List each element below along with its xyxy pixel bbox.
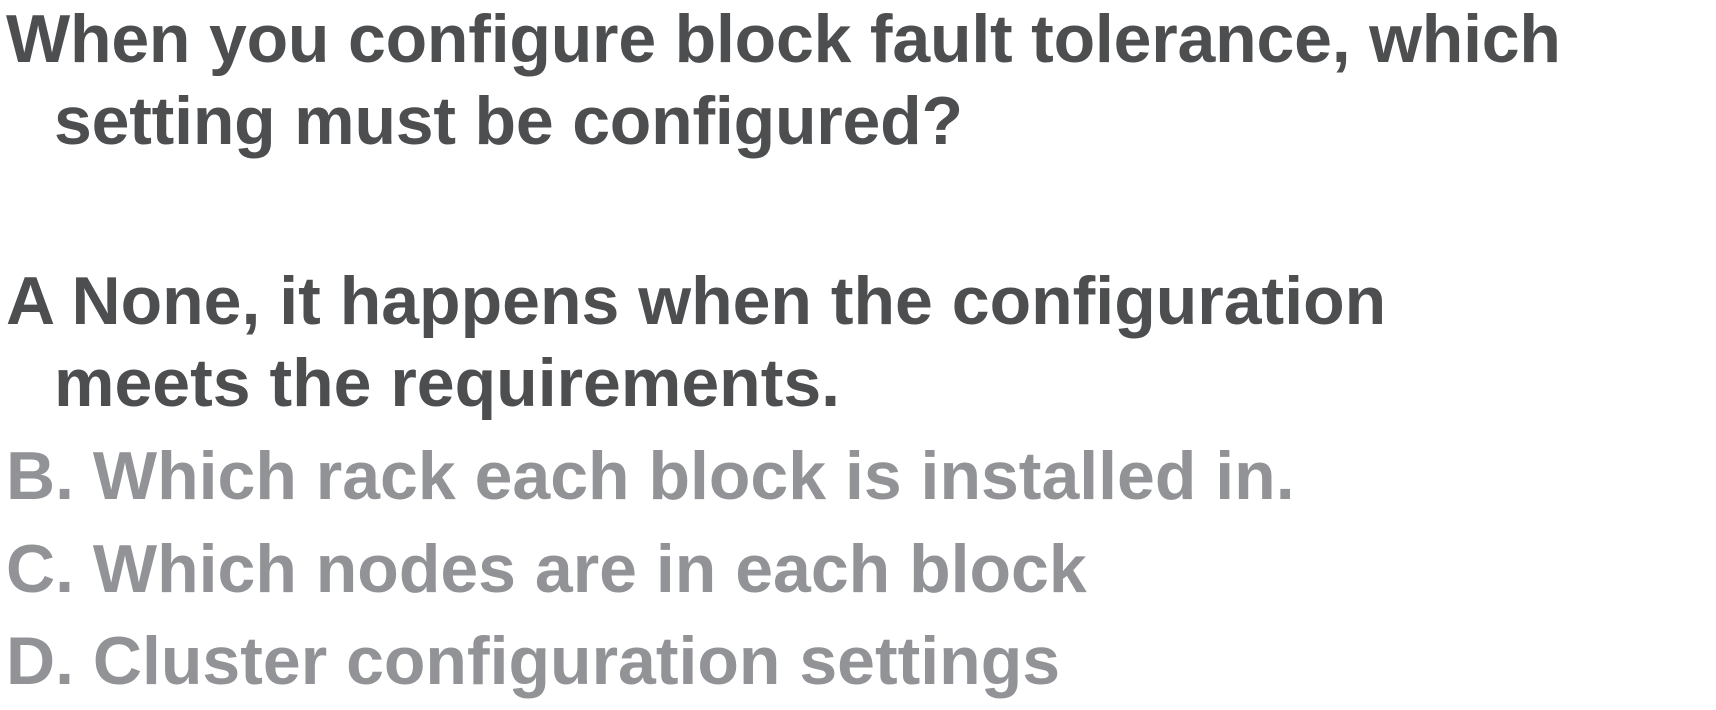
option-a: A None, it happens when the configuratio…	[6, 260, 1386, 424]
option-b-text: B. Which rack each block is installed in…	[6, 438, 1295, 514]
option-a-line-2: meets the requirements.	[54, 345, 841, 421]
question-text: When you configure block fault tolerance…	[6, 0, 1716, 162]
option-b: B. Which rack each block is installed in…	[6, 435, 1295, 517]
question-line-2: setting must be configured?	[54, 83, 963, 159]
option-d: D. Cluster configuration settings	[6, 620, 1060, 702]
option-d-text: D. Cluster configuration settings	[6, 623, 1061, 699]
option-a-line-1: A None, it happens when the configuratio…	[6, 263, 1387, 339]
option-c: C. Which nodes are in each block	[6, 528, 1087, 610]
question-line-1: When you configure block fault tolerance…	[6, 1, 1561, 77]
option-c-text: C. Which nodes are in each block	[6, 531, 1087, 607]
quiz-slide: When you configure block fault tolerance…	[0, 0, 1716, 710]
